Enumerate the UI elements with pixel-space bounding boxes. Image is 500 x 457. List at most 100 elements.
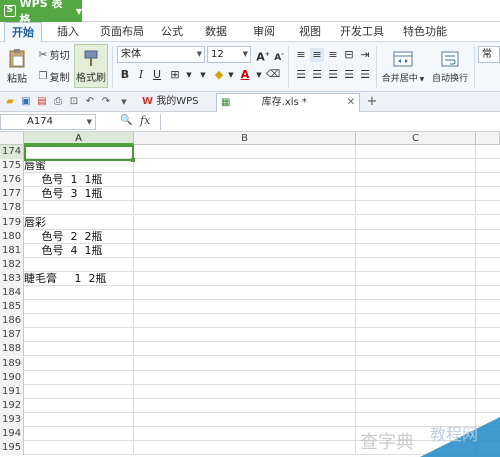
spreadsheet-grid[interactable]: A B C 174 175 唇蜜 176 色号 1 1瓶 177 色号 3 1瓶 178 1… — [0, 132, 500, 457]
align-right-icon[interactable]: ☰ — [326, 68, 340, 82]
row-header[interactable]: 186 — [0, 314, 24, 329]
cell-a[interactable] — [24, 384, 134, 399]
font-color-icon[interactable]: A — [238, 68, 252, 82]
chevron-down-icon[interactable]: ▼ — [252, 68, 266, 82]
cell-a[interactable]: 色号 3 1瓶 — [24, 187, 134, 202]
cell-c[interactable] — [356, 173, 476, 188]
column-header-c[interactable]: C — [356, 132, 476, 145]
cell-c[interactable] — [356, 384, 476, 399]
tab-home[interactable]: 开始 — [4, 22, 42, 42]
clear-format-icon[interactable]: ⌫ — [266, 68, 280, 82]
cell-c[interactable] — [356, 356, 476, 371]
paste-button[interactable]: 粘贴 — [4, 46, 30, 86]
cell-c[interactable] — [356, 243, 476, 258]
cell-a[interactable]: 色号 4 1瓶 — [24, 243, 134, 258]
cell-a[interactable]: 色号 1 1瓶 — [24, 173, 134, 188]
row-header[interactable]: 190 — [0, 370, 24, 385]
borders-icon[interactable]: ⊞ — [168, 68, 182, 82]
cell-c[interactable] — [356, 159, 476, 174]
cell-b[interactable] — [134, 384, 356, 399]
cell-b[interactable] — [134, 215, 356, 230]
cell-a[interactable] — [24, 328, 134, 343]
cell-c[interactable] — [356, 300, 476, 315]
row-header[interactable]: 181 — [0, 243, 24, 258]
tab-special[interactable]: 特色功能 — [394, 22, 456, 42]
tab-view[interactable]: 视图 — [294, 22, 326, 42]
row-header[interactable]: 175 — [0, 159, 24, 174]
redo-icon[interactable]: ↷ — [100, 96, 112, 108]
row-header[interactable]: 188 — [0, 342, 24, 357]
row-header[interactable]: 180 — [0, 229, 24, 244]
wrap-text-button[interactable]: 自动换行 — [430, 46, 470, 88]
cell-b[interactable] — [134, 441, 356, 456]
italic-icon[interactable]: I — [134, 68, 148, 82]
tab-developer[interactable]: 开发工具 — [336, 22, 388, 42]
cell-c[interactable] — [356, 328, 476, 343]
cut-button[interactable]: ✂ 剪切 — [36, 46, 72, 62]
cell-c[interactable] — [356, 271, 476, 286]
cell-b[interactable] — [134, 398, 356, 413]
chevron-down-icon[interactable]: ▼ — [118, 96, 130, 108]
doc-tab-inventory[interactable]: ▦ 库存.xls * ✕ — [216, 93, 360, 112]
cell-a[interactable]: 唇彩 — [24, 215, 134, 230]
number-format-select[interactable]: 常规 — [478, 46, 500, 63]
fx-icon[interactable]: fx — [140, 114, 150, 127]
row-header[interactable]: 191 — [0, 384, 24, 399]
cell-a[interactable] — [24, 300, 134, 315]
cell-b[interactable] — [134, 159, 356, 174]
cell-a[interactable] — [24, 201, 134, 216]
distributed-icon[interactable]: ☰ — [358, 68, 372, 82]
cell-a[interactable]: 睫毛膏 1 2瓶 — [24, 271, 134, 286]
cell-b[interactable] — [134, 286, 356, 300]
cell-b[interactable] — [134, 427, 356, 441]
row-header[interactable]: 174 — [0, 145, 24, 159]
indent-icon[interactable]: ⇥ — [358, 48, 372, 62]
cell-c[interactable] — [356, 370, 476, 385]
cell-b[interactable] — [134, 412, 356, 427]
chevron-down-icon[interactable]: ▼ — [224, 68, 238, 82]
cell-c[interactable] — [356, 257, 476, 272]
cell-b[interactable] — [134, 342, 356, 357]
format-painter-button[interactable]: 格式刷 — [74, 44, 108, 88]
merge-center-button[interactable]: 合并居中 ▼ — [380, 46, 426, 88]
orientation-icon[interactable]: ⊟ — [342, 48, 356, 62]
save-icon[interactable]: ▣ — [20, 96, 32, 108]
open-folder-icon[interactable]: ▰ — [4, 96, 16, 108]
row-header[interactable]: 193 — [0, 412, 24, 427]
row-header[interactable]: 177 — [0, 187, 24, 202]
cell-a[interactable] — [24, 257, 134, 272]
row-header[interactable]: 183 — [0, 271, 24, 286]
cell-c[interactable] — [356, 342, 476, 357]
formula-input[interactable] — [160, 114, 500, 130]
cell-c[interactable] — [356, 201, 476, 216]
row-header[interactable]: 187 — [0, 328, 24, 343]
tab-data[interactable]: 数据 — [200, 22, 232, 42]
select-all-corner[interactable] — [0, 132, 24, 145]
column-header-d[interactable] — [476, 132, 500, 145]
cell-c[interactable] — [356, 398, 476, 413]
align-middle-icon[interactable]: ≡ — [310, 48, 324, 62]
print-preview-icon[interactable]: ⊡ — [68, 96, 80, 108]
row-header[interactable]: 184 — [0, 286, 24, 300]
copy-button[interactable]: ❐ 复制 — [36, 68, 72, 84]
undo-icon[interactable]: ↶ — [84, 96, 96, 108]
cell-b[interactable] — [134, 328, 356, 343]
align-bottom-icon[interactable]: ≡ — [326, 48, 340, 62]
cell-a[interactable]: 唇蜜 — [24, 159, 134, 174]
row-header[interactable]: 189 — [0, 356, 24, 371]
tab-insert[interactable]: 插入 — [52, 22, 84, 42]
tab-review[interactable]: 审阅 — [248, 22, 280, 42]
row-header[interactable]: 185 — [0, 300, 24, 315]
cell-a[interactable] — [24, 441, 134, 456]
zoom-icon[interactable]: 🔍 — [120, 115, 132, 126]
align-center-icon[interactable]: ☰ — [310, 68, 324, 82]
name-box[interactable]: A174 ▼ — [0, 114, 96, 130]
tab-page-layout[interactable]: 页面布局 — [96, 22, 148, 42]
justify-icon[interactable]: ☰ — [342, 68, 356, 82]
cell-a[interactable] — [24, 356, 134, 371]
cell-a[interactable] — [24, 398, 134, 413]
cell-a[interactable]: 色号 2 2瓶 — [24, 229, 134, 244]
row-header[interactable]: 182 — [0, 257, 24, 272]
cell-a[interactable] — [24, 286, 134, 300]
cell-b[interactable] — [134, 300, 356, 315]
